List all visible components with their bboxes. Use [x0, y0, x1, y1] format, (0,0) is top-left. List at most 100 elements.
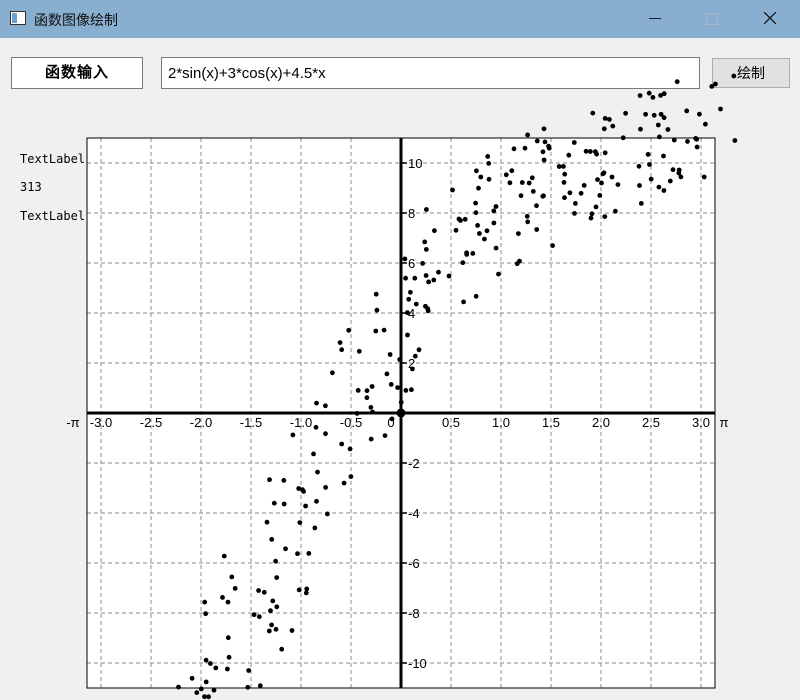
data-point: [534, 138, 540, 144]
data-point: [623, 110, 628, 116]
data-point: [398, 399, 404, 405]
data-point: [572, 211, 577, 216]
data-point: [397, 357, 403, 362]
data-point: [270, 598, 276, 604]
data-point: [226, 654, 232, 660]
data-point: [529, 175, 535, 181]
data-point: [516, 231, 521, 237]
data-point: [522, 145, 528, 151]
data-point: [637, 93, 643, 98]
data-point: [206, 694, 212, 700]
data-point: [602, 214, 608, 220]
data-point: [221, 553, 227, 559]
data-point: [311, 451, 316, 457]
data-point: [657, 134, 662, 140]
x-tick-label-pi: π: [720, 415, 729, 430]
data-point: [647, 162, 652, 167]
data-point: [436, 269, 441, 275]
data-point: [412, 353, 418, 359]
data-point: [387, 352, 393, 357]
data-point: [453, 227, 459, 233]
data-point: [296, 486, 302, 491]
data-point: [355, 388, 361, 393]
data-point: [567, 190, 573, 196]
data-point: [496, 271, 501, 277]
data-point: [315, 469, 320, 475]
data-point: [413, 301, 419, 307]
data-point: [256, 614, 262, 620]
data-point: [656, 184, 662, 190]
data-point: [323, 431, 328, 437]
data-point: [295, 551, 300, 557]
function-plot: -3.0 -2.5 -2.0 -1.5 -1.0 -0.5 0 0.5 1.0 1.5 2.0 2.5…: [66, 73, 738, 700]
data-point: [470, 251, 476, 256]
data-point: [450, 187, 455, 193]
data-point: [595, 177, 600, 183]
data-point: [203, 611, 209, 617]
data-point: [424, 207, 429, 212]
data-point: [373, 291, 379, 297]
data-point: [486, 176, 492, 182]
data-point: [701, 174, 707, 180]
data-point: [507, 180, 513, 186]
data-point: [518, 193, 524, 199]
data-point: [610, 123, 616, 129]
data-point: [289, 628, 295, 633]
data-point: [346, 327, 352, 333]
x-tick-label: 2.5: [642, 415, 660, 430]
data-point: [420, 261, 425, 266]
data-point: [373, 328, 379, 334]
data-point: [648, 176, 654, 182]
data-point: [493, 204, 499, 209]
data-point: [703, 121, 708, 127]
data-point: [588, 215, 594, 221]
data-point: [665, 127, 671, 132]
x-tick-label: -1.0: [290, 415, 312, 430]
data-point: [389, 416, 395, 422]
data-point: [301, 489, 306, 494]
data-point: [422, 239, 428, 245]
data-point: [542, 139, 548, 145]
data-point: [281, 478, 287, 483]
data-point: [245, 684, 251, 690]
data-point: [208, 661, 213, 666]
data-point: [511, 146, 517, 152]
y-tick-label: -2: [408, 456, 420, 471]
data-point: [540, 193, 546, 199]
data-point: [658, 111, 664, 117]
data-point: [541, 157, 547, 163]
data-point: [409, 387, 414, 393]
data-point: [638, 126, 643, 132]
data-point: [412, 275, 418, 281]
data-point: [473, 200, 478, 206]
data-point: [571, 140, 577, 145]
data-point: [599, 180, 604, 186]
data-point: [588, 149, 593, 154]
data-point: [661, 91, 667, 97]
data-point: [674, 79, 680, 85]
data-point: [281, 501, 287, 507]
data-point: [403, 388, 409, 393]
data-point: [613, 208, 618, 214]
x-tick-label: 3.0: [692, 415, 710, 430]
data-point: [731, 73, 737, 79]
data-point: [274, 604, 280, 610]
data-point: [573, 201, 578, 206]
data-point: [477, 231, 482, 236]
data-point: [279, 646, 285, 652]
data-point: [732, 138, 738, 143]
data-point: [601, 126, 607, 132]
data-point: [602, 150, 608, 156]
data-point: [718, 106, 723, 112]
data-point: [354, 411, 360, 416]
data-point: [482, 236, 487, 242]
data-point: [339, 347, 345, 353]
data-point: [609, 174, 615, 180]
data-point: [541, 126, 547, 132]
data-point: [546, 145, 552, 151]
data-point: [225, 635, 231, 641]
data-point: [693, 136, 698, 141]
data-point: [478, 174, 484, 180]
y-tick-label: -6: [408, 556, 420, 571]
data-point: [395, 385, 400, 390]
